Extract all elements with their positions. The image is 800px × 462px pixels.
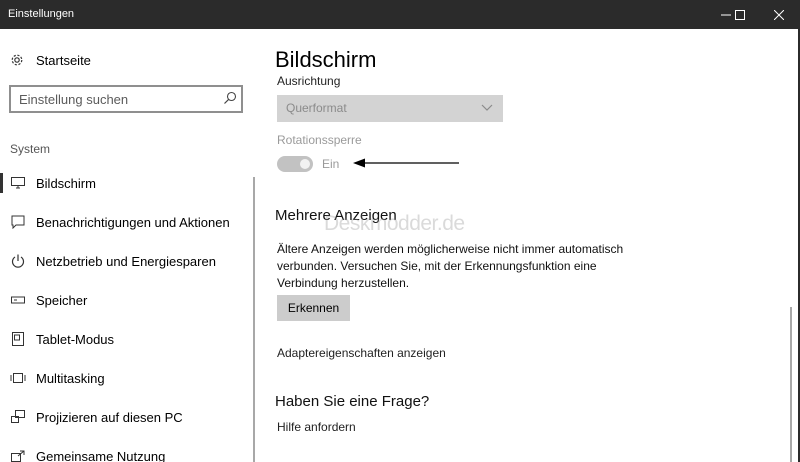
sidebar-item-speicher[interactable]: Speicher: [0, 283, 250, 317]
multitasking-icon: [10, 370, 26, 386]
sidebar-item-label: Multitasking: [36, 371, 105, 386]
orientation-dropdown[interactable]: Querformat: [277, 95, 503, 122]
orientation-value: Querformat: [286, 101, 347, 115]
close-button[interactable]: [762, 0, 795, 29]
multi-display-description: Ältere Anzeigen werden möglicherweise ni…: [277, 241, 657, 292]
rotation-lock-state: Ein: [322, 157, 340, 171]
search-input[interactable]: [11, 87, 211, 111]
watermark: Deskmodder.de: [324, 212, 465, 235]
tablet-icon: [10, 331, 26, 347]
orientation-label: Ausrichtung: [277, 74, 341, 88]
home-nav-item[interactable]: Startseite: [10, 51, 91, 69]
home-label: Startseite: [36, 52, 91, 68]
sidebar-scrollbar[interactable]: [253, 177, 255, 462]
window-title: Einstellungen: [8, 8, 75, 20]
sidebar-item-label: Gemeinsame Nutzung: [36, 449, 166, 462]
description-line: Ältere Anzeigen werden möglicherweise ni…: [277, 242, 624, 256]
maximize-button[interactable]: [723, 0, 756, 29]
sidebar-item-label: Tablet-Modus: [36, 332, 115, 347]
search-icon[interactable]: [223, 91, 237, 105]
description-line: verbunden. Versuchen Sie, mit der Erkenn…: [277, 259, 597, 273]
sidebar-item-gemeinsame-nutzung[interactable]: Gemeinsame Nutzung: [0, 439, 250, 462]
sidebar-item-netzbetrieb[interactable]: Netzbetrieb und Energiesparen: [0, 244, 250, 278]
description-line: Verbindung herzustellen.: [277, 276, 410, 290]
rotation-lock-toggle[interactable]: [277, 156, 313, 172]
monitor-icon: [10, 175, 26, 191]
sidebar-item-tablet-modus[interactable]: Tablet-Modus: [0, 322, 250, 356]
search-box[interactable]: [9, 85, 243, 113]
active-indicator: [0, 173, 3, 193]
question-heading: Haben Sie eine Frage?: [275, 393, 430, 410]
sidebar-item-label: Projizieren auf diesen PC: [36, 410, 183, 425]
sidebar-item-projizieren[interactable]: Projizieren auf diesen PC: [0, 400, 250, 434]
share-icon: [10, 448, 26, 462]
rotation-lock-label: Rotationssperre: [277, 133, 362, 147]
sidebar-item-label: Bildschirm: [36, 176, 96, 191]
help-link[interactable]: Hilfe anfordern: [277, 420, 356, 434]
arrow-annotation-icon: [353, 158, 459, 168]
sidebar-item-label: Netzbetrieb und Energiesparen: [36, 254, 216, 269]
section-header: System: [10, 142, 51, 156]
sidebar-item-multitasking[interactable]: Multitasking: [0, 361, 250, 395]
detect-button[interactable]: Erkennen: [277, 295, 350, 321]
page-title: Bildschirm: [275, 47, 377, 72]
power-icon: [10, 253, 26, 269]
sidebar-item-bildschirm[interactable]: Bildschirm: [0, 166, 250, 200]
project-icon: [10, 409, 26, 425]
notification-icon: [10, 214, 26, 230]
main-scrollbar[interactable]: [790, 307, 792, 462]
maximize-icon: [734, 9, 745, 20]
sidebar-item-benachrichtigungen[interactable]: Benachrichtigungen und Aktionen: [0, 205, 250, 239]
chevron-down-icon: [481, 104, 493, 111]
adapter-properties-link[interactable]: Adaptereigenschaften anzeigen: [277, 346, 446, 360]
toggle-knob: [300, 159, 310, 169]
close-icon: [773, 9, 784, 20]
sidebar: Startseite System Bildschirm Benachricht…: [0, 29, 258, 462]
sidebar-item-label: Speicher: [36, 293, 88, 308]
gear-icon: [11, 54, 23, 66]
sidebar-item-label: Benachrichtigungen und Aktionen: [36, 215, 230, 230]
storage-icon: [10, 292, 26, 308]
main-content: Bildschirm Ausrichtung Querformat Rotati…: [258, 29, 800, 462]
title-bar: Einstellungen: [0, 0, 800, 29]
